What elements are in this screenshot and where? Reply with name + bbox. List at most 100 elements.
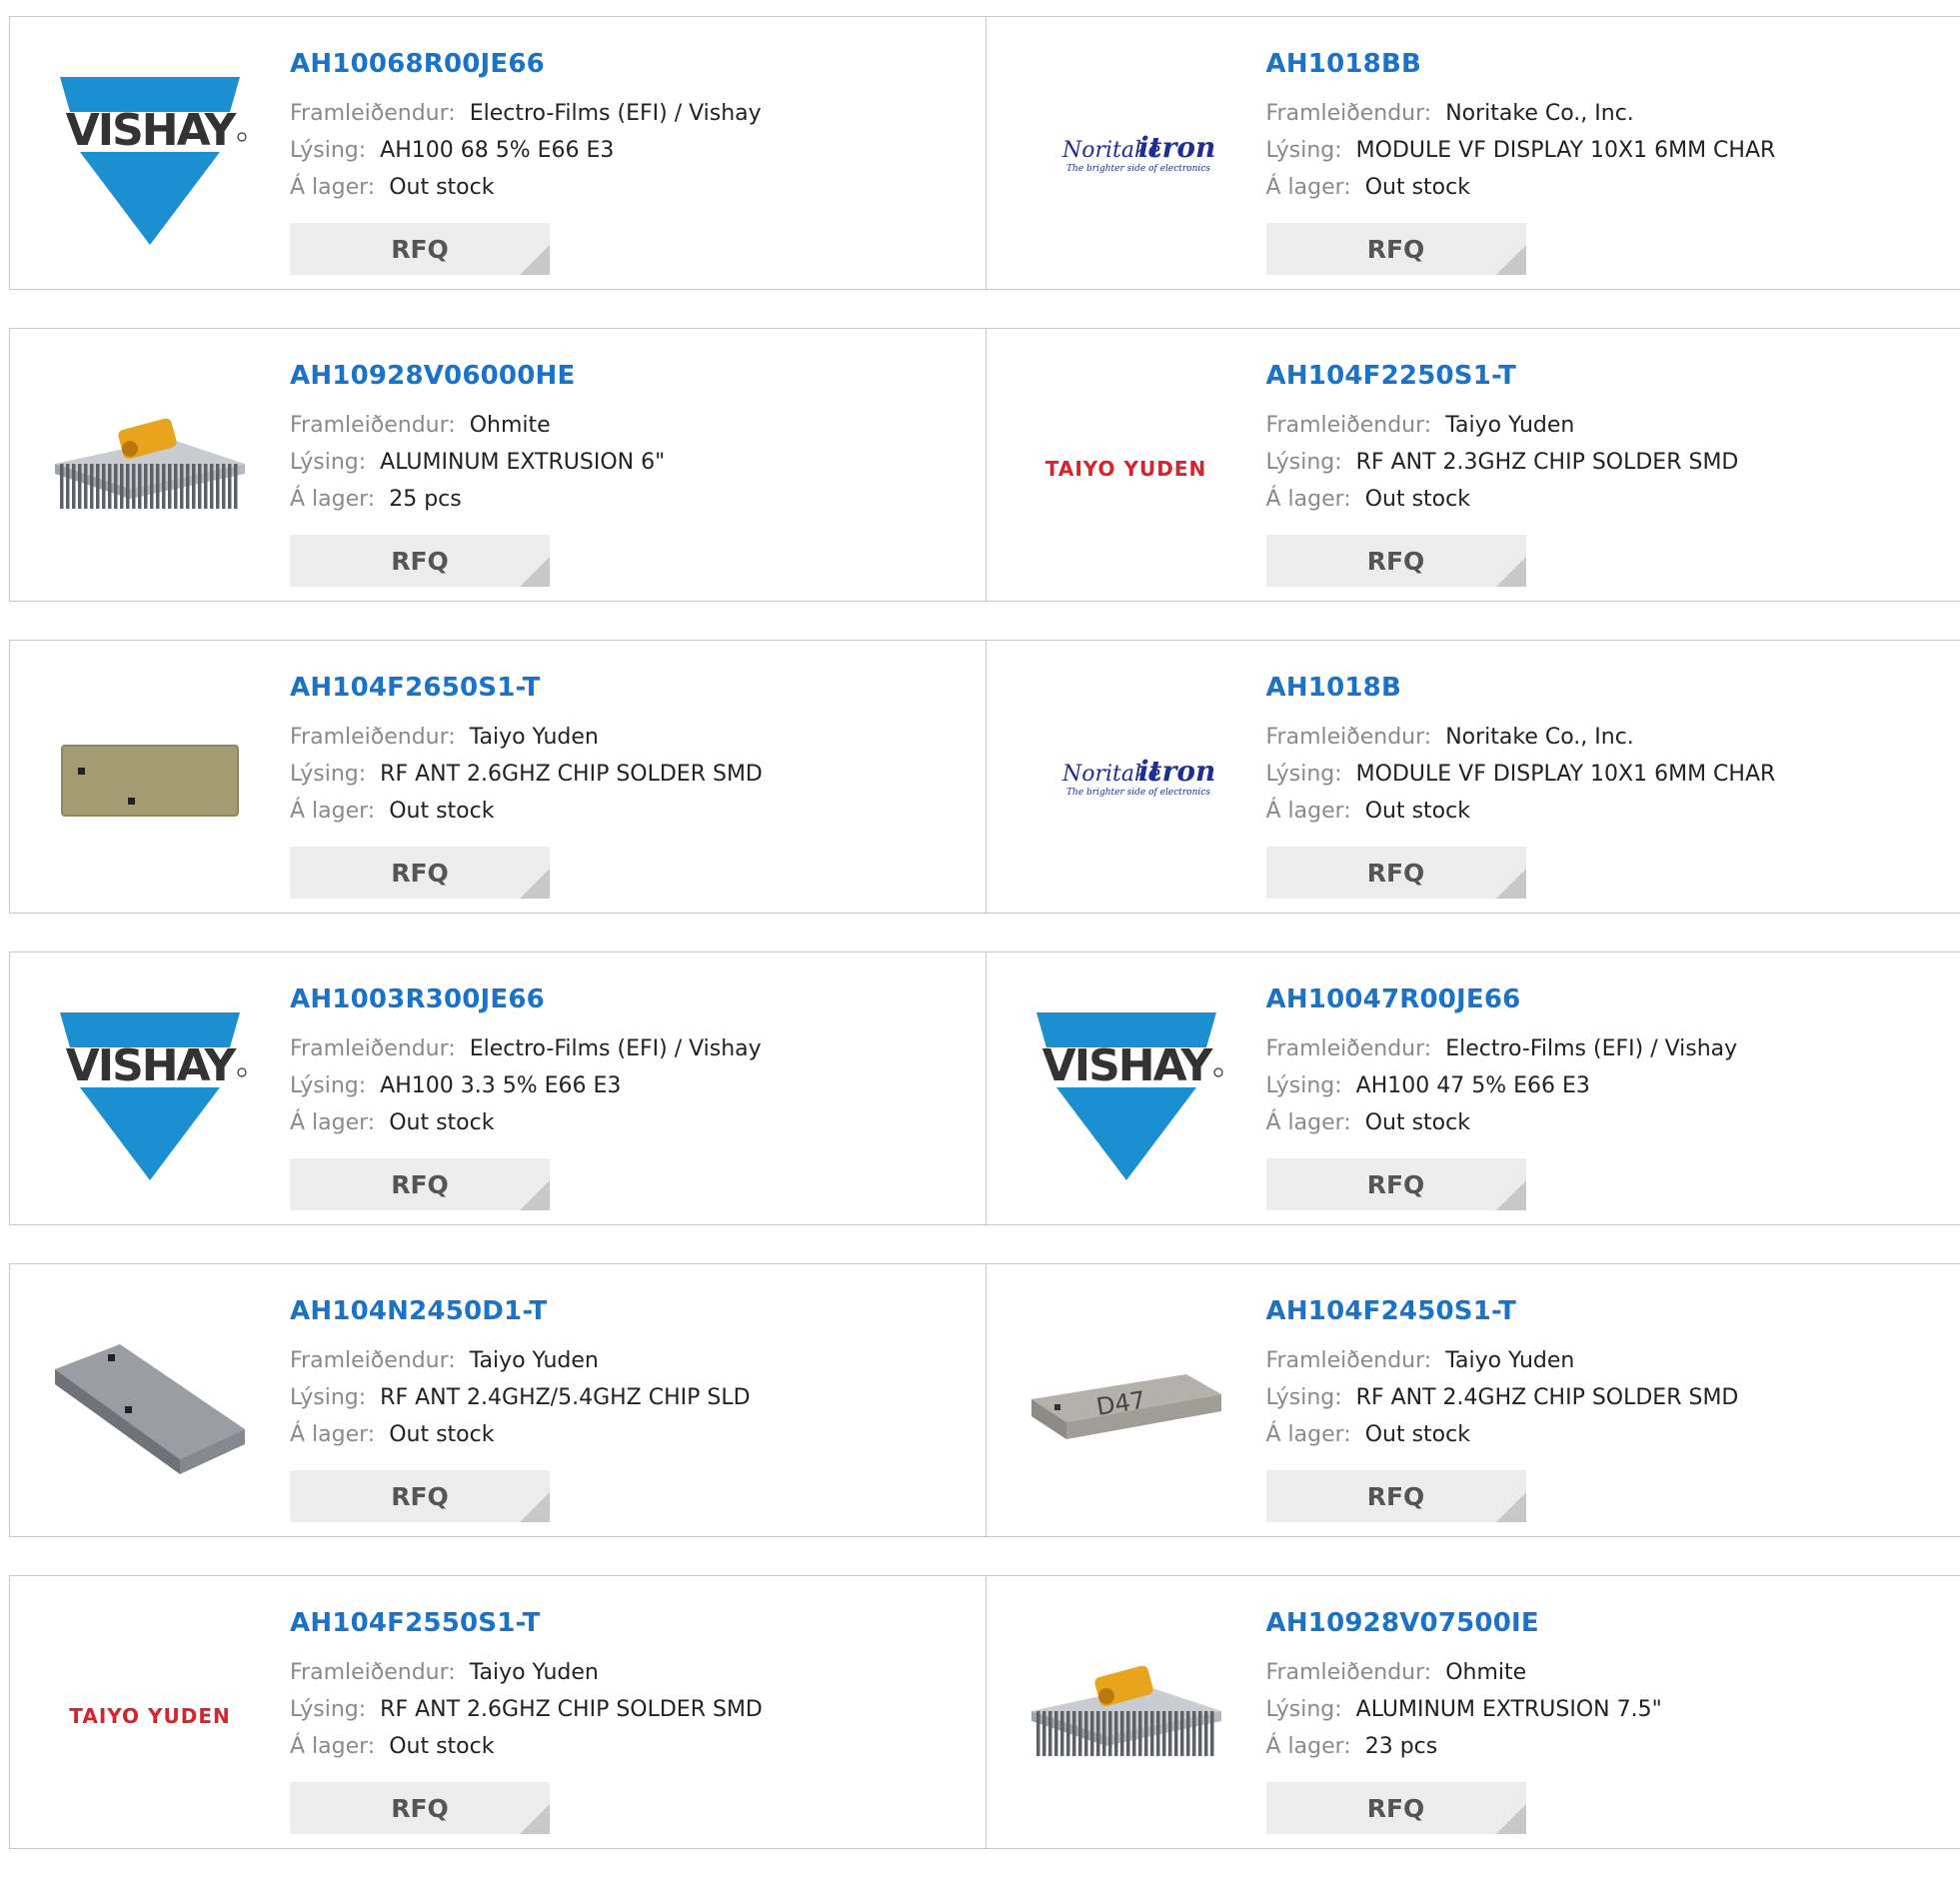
svg-text:The brighter side of electroni: The brighter side of electronics: [1066, 788, 1210, 798]
vishay-logo: VISHAY: [1026, 992, 1226, 1192]
product-image[interactable]: [50, 369, 250, 569]
product-card: AH10928V06000HE Framleiðendur:Ohmite Lýs…: [10, 329, 985, 601]
part-number-link[interactable]: AH10068R00JE66: [290, 47, 762, 81]
product-image[interactable]: Noritake itron The brighter side of elec…: [1026, 57, 1226, 257]
description-label: Lýsing:: [1266, 1697, 1342, 1722]
product-card: AH104F2650S1-T Framleiðendur:Taiyo Yuden…: [10, 641, 985, 913]
rfq-button[interactable]: RFQ: [290, 223, 550, 275]
product-image[interactable]: VISHAY: [50, 57, 250, 257]
product-info: AH104F2250S1-T Framleiðendur:Taiyo Yuden…: [1266, 359, 1739, 587]
stock-line: Á lager:Out stock: [1266, 481, 1739, 518]
description-value: MODULE VF DISPLAY 10X1 6MM CHAR: [1356, 138, 1776, 163]
rfq-button[interactable]: RFQ: [1266, 847, 1526, 899]
rfq-button[interactable]: RFQ: [1266, 1782, 1526, 1834]
product-card: TAIYO YUDEN AH104F2250S1-T Framleiðendur…: [985, 329, 1960, 601]
taiyo-yuden-logo: TAIYO YUDEN: [1045, 457, 1206, 481]
rfq-label: RFQ: [1367, 235, 1425, 264]
part-number-link[interactable]: AH104N2450D1-T: [290, 1294, 751, 1328]
part-number-link[interactable]: AH104F2250S1-T: [1266, 359, 1739, 393]
manufacturer-value: Ohmite: [470, 413, 551, 438]
product-card: D47 AH104F2450S1-T Framleiðendur:Taiyo Y…: [985, 1264, 1960, 1536]
manufacturer-label: Framleiðendur:: [290, 1036, 456, 1061]
stock-value: Out stock: [1365, 1422, 1470, 1447]
part-number-link[interactable]: AH1018BB: [1266, 47, 1776, 81]
product-card: AH104N2450D1-T Framleiðendur:Taiyo Yuden…: [10, 1264, 985, 1536]
rfq-button[interactable]: RFQ: [1266, 535, 1526, 587]
stock-value: Out stock: [389, 1734, 494, 1759]
manufacturer-label: Framleiðendur:: [1266, 101, 1432, 126]
part-number-link[interactable]: AH10928V06000HE: [290, 359, 665, 393]
stock-line: Á lager:Out stock: [1266, 1104, 1738, 1141]
description-value: AH100 68 5% E66 E3: [380, 138, 614, 163]
description-line: Lýsing:MODULE VF DISPLAY 10X1 6MM CHAR: [1266, 756, 1776, 793]
product-row: VISHAY AH10068R00JE66 Framleiðendur: Elec…: [9, 16, 1960, 290]
rfq-corner-decoration: [520, 557, 550, 587]
chip-antenna-image: D47: [1026, 1304, 1226, 1504]
stock-line: Á lager:Out stock: [1266, 793, 1776, 830]
vishay-logo-text: VISHAY: [66, 105, 238, 156]
manufacturer-line: Framleiðendur:Ohmite: [1266, 1654, 1662, 1691]
rfq-button[interactable]: RFQ: [290, 1470, 550, 1522]
product-image[interactable]: TAIYO YUDEN: [1026, 369, 1226, 569]
stock-line: Á lager:Out stock: [290, 1416, 751, 1453]
stock-label: Á lager:: [290, 799, 375, 824]
product-image[interactable]: [50, 681, 250, 881]
product-card: VISHAY AH10047R00JE66 Framleiðendur:Elec…: [985, 952, 1960, 1224]
stock-value: Out stock: [1365, 175, 1470, 200]
rfq-button[interactable]: RFQ: [1266, 1470, 1526, 1522]
product-image[interactable]: [50, 1304, 250, 1504]
manufacturer-label: Framleiðendur:: [1266, 1348, 1432, 1373]
product-image[interactable]: TAIYO YUDEN: [50, 1616, 250, 1816]
product-info: AH1018BB Framleiðendur: Noritake Co., Inc…: [1266, 47, 1776, 275]
product-info: AH104F2450S1-T Framleiðendur:Taiyo Yuden…: [1266, 1294, 1739, 1522]
product-image[interactable]: VISHAY: [1026, 992, 1226, 1192]
part-number-link[interactable]: AH104F2450S1-T: [1266, 1294, 1739, 1328]
part-number-link[interactable]: AH10047R00JE66: [1266, 982, 1738, 1016]
manufacturer-label: Framleiðendur:: [290, 725, 456, 750]
part-number-link[interactable]: AH1018B: [1266, 671, 1776, 705]
manufacturer-line: Framleiðendur:Taiyo Yuden: [290, 1342, 751, 1379]
manufacturer-value: Electro-Films (EFI) / Vishay: [470, 101, 762, 126]
rfq-label: RFQ: [391, 547, 449, 576]
product-image[interactable]: D47: [1026, 1304, 1226, 1504]
part-number-link[interactable]: AH104F2550S1-T: [290, 1606, 763, 1640]
product-info: AH104F2550S1-T Framleiðendur:Taiyo Yuden…: [290, 1606, 763, 1834]
stock-value: 25 pcs: [389, 487, 462, 512]
description-value: ALUMINUM EXTRUSION 7.5": [1356, 1697, 1662, 1722]
manufacturer-value: Taiyo Yuden: [1445, 413, 1574, 438]
part-number-link[interactable]: AH10928V07500IE: [1266, 1606, 1662, 1640]
description-label: Lýsing:: [1266, 450, 1342, 475]
chip-antenna-image: [50, 1304, 250, 1504]
description-value: ALUMINUM EXTRUSION 6": [380, 450, 665, 475]
product-image[interactable]: VISHAY: [50, 992, 250, 1192]
part-number-link[interactable]: AH1003R300JE66: [290, 982, 762, 1016]
product-card: AH10928V07500IE Framleiðendur:Ohmite Lýs…: [985, 1576, 1960, 1848]
product-image[interactable]: Noritake itron The brighter side of elec…: [1026, 681, 1226, 881]
description-label: Lýsing:: [290, 762, 366, 787]
manufacturer-line: Framleiðendur: Noritake Co., Inc.: [1266, 95, 1776, 132]
rfq-button[interactable]: RFQ: [290, 847, 550, 899]
manufacturer-value: Ohmite: [1445, 1660, 1526, 1685]
product-image[interactable]: [1026, 1616, 1226, 1816]
manufacturer-value: Noritake Co., Inc.: [1445, 101, 1634, 126]
rfq-button[interactable]: RFQ: [290, 1158, 550, 1210]
stock-label: Á lager:: [1266, 175, 1351, 200]
rfq-button[interactable]: RFQ: [1266, 1158, 1526, 1210]
manufacturer-line: Framleiðendur:Taiyo Yuden: [290, 1654, 763, 1691]
manufacturer-value: Taiyo Yuden: [470, 1348, 599, 1373]
manufacturer-value: Noritake Co., Inc.: [1445, 725, 1634, 750]
description-line: Lýsing:RF ANT 2.6GHZ CHIP SOLDER SMD: [290, 756, 763, 793]
description-label: Lýsing:: [290, 450, 366, 475]
rfq-corner-decoration: [520, 869, 550, 899]
heatsink-image: [50, 369, 250, 569]
heatsink-image: [1026, 1616, 1226, 1816]
product-row: VISHAY AH1003R300JE66 Framleiðendur:Elec…: [9, 951, 1960, 1225]
rfq-button[interactable]: RFQ: [290, 1782, 550, 1834]
part-number-link[interactable]: AH104F2650S1-T: [290, 671, 763, 705]
description-value: RF ANT 2.4GHZ/5.4GHZ CHIP SLD: [380, 1385, 750, 1410]
stock-value: Out stock: [1365, 1110, 1470, 1135]
rfq-corner-decoration: [1496, 557, 1526, 587]
stock-label: Á lager:: [290, 1734, 375, 1759]
rfq-button[interactable]: RFQ: [1266, 223, 1526, 275]
rfq-button[interactable]: RFQ: [290, 535, 550, 587]
